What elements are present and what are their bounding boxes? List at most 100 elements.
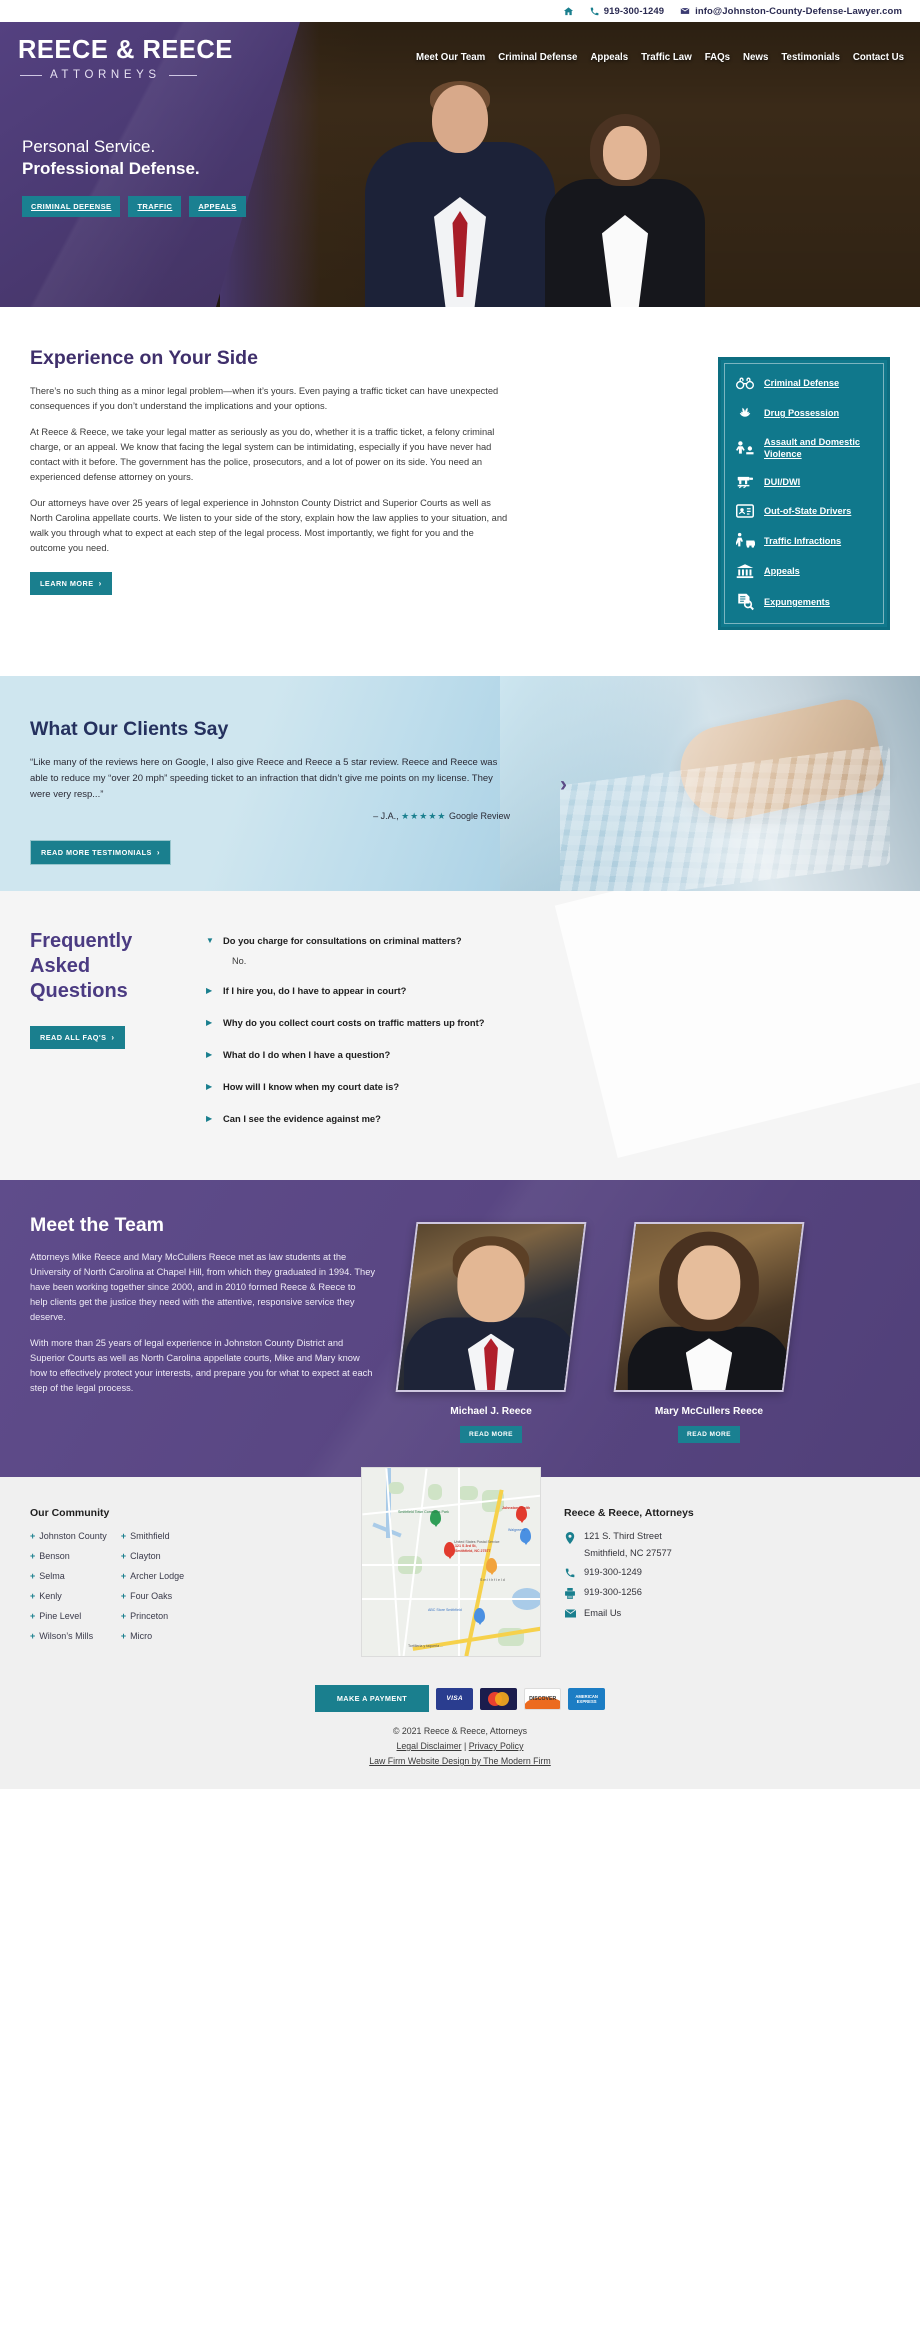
- plus-icon: +: [120, 1611, 127, 1621]
- practice-area-traffic-infractions[interactable]: Traffic Infractions: [728, 525, 880, 556]
- community-item[interactable]: + Johnston County: [30, 1531, 107, 1541]
- nav-item-criminal-defense[interactable]: Criminal Defense: [498, 52, 577, 63]
- practice-area-label: Out-of-State Drivers: [764, 506, 852, 516]
- home-icon: [563, 6, 574, 17]
- community-label: Four Oaks: [130, 1591, 173, 1601]
- community-item[interactable]: + Selma: [30, 1571, 107, 1581]
- map-pin-label-line1: 121 S 3rd St,: [455, 1544, 477, 1548]
- practice-area-label: DUI/DWI: [764, 477, 801, 487]
- plus-icon: +: [120, 1591, 127, 1601]
- attorney-photo-michael-reece[interactable]: [395, 1222, 587, 1392]
- faq-left-column: Frequently Asked Questions READ ALL FAQ'…: [30, 929, 180, 1144]
- testimonial-next-arrow[interactable]: ›: [560, 774, 567, 795]
- phone-number: 919-300-1249: [584, 1567, 642, 1577]
- practice-areas-column: Criminal Defense Drug Possession Assault…: [550, 347, 890, 630]
- learn-more-label: LEARN MORE: [40, 579, 94, 588]
- community-item[interactable]: + Smithfield: [121, 1531, 184, 1541]
- email-address: info@Johnston-County-Defense-Lawyer.com: [695, 5, 902, 17]
- faq-question-row[interactable]: ▶ If I hire you, do I have to appear in …: [206, 984, 890, 997]
- address-line-2: Smithfield, NC 27577: [584, 1548, 672, 1558]
- read-more-michael-button[interactable]: READ MORE: [460, 1426, 522, 1443]
- team-title: Meet the Team: [30, 1214, 165, 1236]
- email-link[interactable]: info@Johnston-County-Defense-Lawyer.com: [680, 6, 902, 17]
- map-label: Tortilleria y taqueria ...: [408, 1644, 444, 1648]
- make-a-payment-button[interactable]: MAKE A PAYMENT: [314, 1685, 430, 1712]
- community-item[interactable]: + Pine Level: [30, 1611, 107, 1621]
- community-label: Johnston County: [39, 1531, 107, 1541]
- contact-phone[interactable]: 919-300-1249: [564, 1567, 890, 1578]
- copyright-text: © 2021 Reece & Reece, Attorneys: [392, 1726, 528, 1736]
- practice-area-dui-dwi[interactable]: DUI/DWI: [728, 467, 880, 497]
- community-item[interactable]: + Kenly: [30, 1591, 107, 1601]
- faq-question-row[interactable]: ▶ Can I see the evidence against me?: [206, 1112, 890, 1125]
- learn-more-button[interactable]: LEARN MORE ›: [30, 572, 112, 595]
- phone-link[interactable]: 919-300-1249: [590, 6, 664, 17]
- plus-icon: +: [120, 1551, 127, 1561]
- community-column: Our Community + Johnston County + Benson +…: [30, 1507, 356, 1657]
- read-more-testimonials-button[interactable]: READ MORE TESTIMONIALS ›: [30, 840, 171, 865]
- footer-copyright-block: © 2021 Reece & Reece, Attorneys Legal Di…: [0, 1712, 920, 1789]
- community-label: Benson: [39, 1551, 70, 1561]
- practice-area-criminal-defense[interactable]: Criminal Defense: [728, 369, 880, 397]
- nav-item-faqs[interactable]: FAQs: [705, 52, 730, 63]
- map-pin-icon: [564, 1531, 576, 1544]
- map-label: ABC Store Smithfield: [428, 1608, 462, 1612]
- nav-item-traffic-law[interactable]: Traffic Law: [641, 52, 692, 63]
- community-item[interactable]: + Micro: [121, 1631, 184, 1641]
- main-navigation: Meet Our Team Criminal Defense Appeals T…: [416, 52, 904, 63]
- legal-disclaimer-link[interactable]: Legal Disclaimer: [397, 1741, 462, 1751]
- home-link[interactable]: [563, 6, 574, 17]
- nav-item-testimonials[interactable]: Testimonials: [781, 52, 840, 63]
- practice-area-out-of-state-drivers[interactable]: Out-of-State Drivers: [728, 497, 880, 525]
- community-item[interactable]: + Princeton: [121, 1611, 184, 1621]
- hero-badge-criminal-defense[interactable]: CRIMINAL DEFENSE: [22, 196, 121, 217]
- email-us-link[interactable]: Email Us: [584, 1608, 621, 1618]
- triangle-right-icon: ▶: [206, 1082, 213, 1091]
- read-more-mary-button[interactable]: READ MORE: [678, 1426, 740, 1443]
- practice-area-label: Traffic Infractions: [764, 535, 842, 546]
- plus-icon: +: [30, 1611, 36, 1621]
- nav-item-meet-our-team[interactable]: Meet Our Team: [416, 52, 485, 63]
- practice-area-appeals[interactable]: Appeals: [728, 556, 880, 586]
- community-item[interactable]: + Archer Lodge: [121, 1571, 184, 1581]
- amex-card-icon: AMERICAN EXPRESS: [568, 1687, 606, 1710]
- hero-headline: Personal Service. Professional Defense.: [22, 136, 246, 180]
- community-label: Pine Level: [39, 1611, 82, 1621]
- contact-email[interactable]: Email Us: [564, 1608, 890, 1618]
- nav-item-appeals[interactable]: Appeals: [590, 52, 628, 63]
- nav-item-contact-us[interactable]: Contact Us: [853, 52, 904, 63]
- practice-area-drug-possession[interactable]: Drug Possession: [728, 397, 880, 429]
- community-item[interactable]: + Four Oaks: [121, 1591, 184, 1601]
- community-item[interactable]: + Clayton: [121, 1551, 184, 1561]
- read-all-faqs-button[interactable]: READ ALL FAQ'S ›: [30, 1026, 125, 1049]
- faq-question-row[interactable]: ▶ Why do you collect court costs on traf…: [206, 1016, 890, 1029]
- attorney-photo-mary-reece[interactable]: [613, 1222, 805, 1392]
- faq-question-row[interactable]: ▶ How will I know when my court date is?: [206, 1080, 890, 1093]
- contact-column: Reece & Reece, Attorneys 121 S. Third St…: [546, 1507, 890, 1657]
- testimonial-source: Google Review: [448, 811, 510, 821]
- hero-badge-traffic[interactable]: TRAFFIC: [128, 196, 182, 217]
- faq-question-row[interactable]: ▼ Do you charge for consultations on cri…: [206, 934, 890, 947]
- community-item[interactable]: + Wilson’s Mills: [30, 1631, 107, 1641]
- chevron-right-icon: ›: [111, 1033, 115, 1042]
- hero-badge-appeals[interactable]: APPEALS: [189, 196, 246, 217]
- community-label: Wilson’s Mills: [39, 1631, 94, 1641]
- practice-area-assault-domestic-violence[interactable]: Assault and Domestic Violence: [728, 429, 880, 467]
- website-design-credit-link[interactable]: Law Firm Website Design by The Modern Fi…: [369, 1756, 551, 1766]
- practice-area-expungements[interactable]: Expungements: [728, 586, 880, 618]
- faq-list: ▼ Do you charge for consultations on cri…: [206, 929, 890, 1144]
- triangle-down-icon: ▼: [206, 936, 214, 945]
- team-member-mary-reece: Mary McCullers Reece READ MORE: [613, 1222, 805, 1443]
- faq-question-row[interactable]: ▶ What do I do when I have a question?: [206, 1048, 890, 1061]
- location-map[interactable]: Smithfield Town Commons Park United Stat…: [361, 1467, 541, 1657]
- community-item[interactable]: + Benson: [30, 1551, 107, 1561]
- discover-card-icon: DISCOVER: [524, 1687, 562, 1710]
- map-label: Smithfield: [480, 1578, 506, 1582]
- plus-icon: +: [120, 1531, 127, 1541]
- team-paragraph-1: Attorneys Mike Reece and Mary McCullers …: [30, 1252, 376, 1322]
- hero-copy: Personal Service. Professional Defense. …: [22, 136, 246, 217]
- nav-item-news[interactable]: News: [743, 52, 768, 63]
- privacy-policy-link[interactable]: Privacy Policy: [469, 1741, 524, 1751]
- site-logo[interactable]: REECE & REECE ATTORNEYS: [18, 36, 233, 81]
- plus-icon: +: [30, 1531, 36, 1541]
